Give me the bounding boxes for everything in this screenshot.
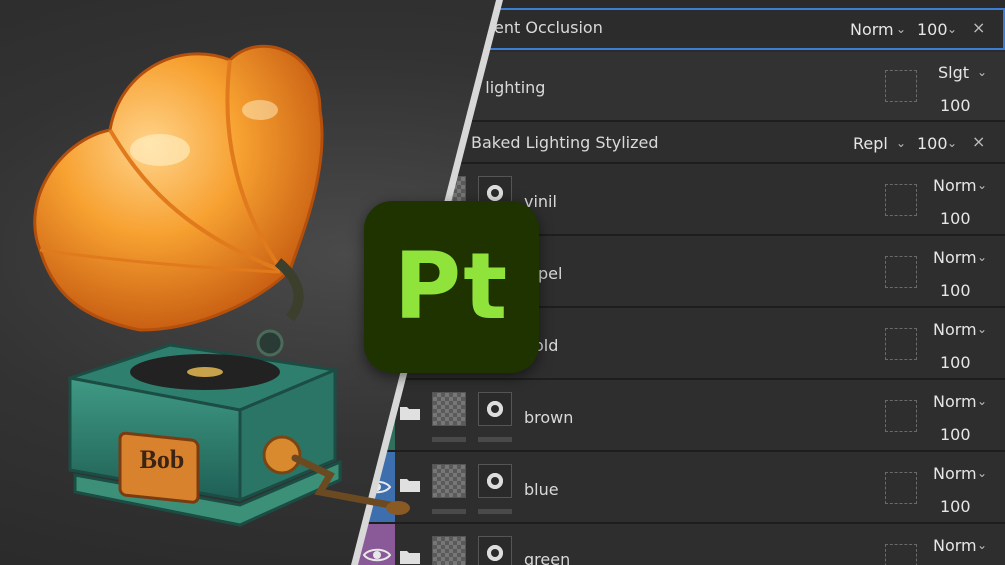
plate-label: Bob <box>140 445 185 474</box>
photoshop-pt-logo: Pt <box>364 201 539 373</box>
blend-mode-select[interactable]: Norm <box>850 20 894 39</box>
layer-name: blue <box>524 480 559 499</box>
promo-canvas: ent Occlusion Norm ⌄ 100 ⌄ × d lighting … <box>0 0 1005 565</box>
blend-mode-select[interactable]: Repl <box>853 134 888 153</box>
close-icon[interactable]: × <box>972 132 985 151</box>
logo-text: Pt <box>393 233 510 340</box>
mask-placeholder <box>885 70 917 102</box>
opacity-value[interactable]: 100 <box>940 281 971 300</box>
blend-mode-select[interactable]: Norm <box>933 176 977 195</box>
chevron-down-icon[interactable]: ⌄ <box>977 322 987 336</box>
mask-placeholder <box>885 400 917 432</box>
mask-placeholder <box>885 544 917 565</box>
blend-mode-select[interactable]: Norm <box>933 464 977 483</box>
chevron-down-icon[interactable]: ⌄ <box>947 22 957 36</box>
chevron-down-icon[interactable]: ⌄ <box>977 65 987 79</box>
blend-mode-select[interactable]: Norm <box>933 536 977 555</box>
opacity-value[interactable]: 100 <box>917 134 948 153</box>
blend-mode-select[interactable]: Slgt <box>938 63 969 82</box>
blend-mode-select[interactable]: Norm <box>933 392 977 411</box>
chevron-down-icon[interactable]: ⌄ <box>977 250 987 264</box>
opacity-value[interactable]: 100 <box>940 209 971 228</box>
mask-placeholder <box>885 472 917 504</box>
chevron-down-icon[interactable]: ⌄ <box>977 538 987 552</box>
chevron-down-icon[interactable]: ⌄ <box>896 136 906 150</box>
opacity-value[interactable]: 100 <box>940 353 971 372</box>
layer-name: brown <box>524 408 574 427</box>
opacity-value[interactable]: 100 <box>917 20 948 39</box>
blend-mode-select[interactable]: Norm <box>933 248 977 267</box>
chevron-down-icon[interactable]: ⌄ <box>947 136 957 150</box>
chevron-down-icon[interactable]: ⌄ <box>896 22 906 36</box>
chevron-down-icon[interactable]: ⌄ <box>977 178 987 192</box>
chevron-down-icon[interactable]: ⌄ <box>977 394 987 408</box>
close-icon[interactable]: × <box>972 18 985 37</box>
mask-placeholder <box>885 184 917 216</box>
mask-placeholder <box>885 256 917 288</box>
layer-name: green <box>524 550 571 565</box>
opacity-value[interactable]: 100 <box>940 96 971 115</box>
mask-placeholder <box>885 328 917 360</box>
opacity-value[interactable]: 100 <box>940 497 971 516</box>
blend-mode-select[interactable]: Norm <box>933 320 977 339</box>
layer-name: pel <box>538 264 563 283</box>
chevron-down-icon[interactable]: ⌄ <box>977 466 987 480</box>
opacity-value[interactable]: 100 <box>940 425 971 444</box>
